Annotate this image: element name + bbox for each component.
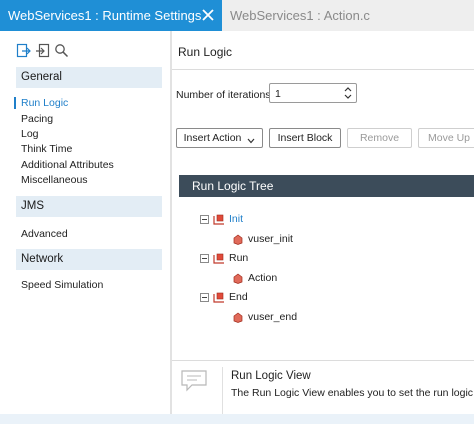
close-icon[interactable] <box>200 7 216 23</box>
tree-label: vuser_end <box>248 311 298 323</box>
move-up-button[interactable]: Move Up <box>418 128 474 148</box>
tree-label: Run <box>229 252 249 264</box>
collapse-toggle-icon[interactable] <box>200 214 209 224</box>
tab-label: WebServices1 : Runtime Settings <box>8 8 202 23</box>
action-icon <box>232 234 244 245</box>
selected-marker <box>14 97 16 109</box>
nav-item-miscellaneous[interactable]: Miscellaneous <box>21 174 88 186</box>
group-header-network[interactable]: Network <box>16 249 162 270</box>
import-icon[interactable] <box>35 43 50 58</box>
iterations-value[interactable]: 1 <box>275 88 281 100</box>
tab-label: WebServices1 : Action.c <box>230 8 370 23</box>
insert-action-button[interactable]: Insert Action <box>176 128 263 148</box>
tab-runtime-settings[interactable]: WebServices1 : Runtime Settings <box>0 0 222 31</box>
block-icon <box>213 292 225 303</box>
tree-node-init[interactable]: Init <box>200 213 243 225</box>
divider <box>172 360 474 361</box>
spinner-arrows-icon[interactable] <box>343 85 353 101</box>
nav-item-run-logic[interactable]: Run Logic <box>21 97 68 109</box>
chevron-down-icon <box>247 135 255 144</box>
tree-label: Init <box>229 213 244 225</box>
iterations-spinner[interactable]: 1 <box>269 83 357 103</box>
tree-node-run[interactable]: Run <box>200 252 248 264</box>
search-icon[interactable] <box>54 43 69 58</box>
block-icon <box>213 253 225 264</box>
action-icon <box>232 273 244 284</box>
tree-label: vuser_init <box>248 233 293 245</box>
collapse-toggle-icon[interactable] <box>200 253 209 263</box>
page-title: Run Logic <box>178 45 233 59</box>
tree-label: Action <box>248 272 278 284</box>
insert-block-button[interactable]: Insert Block <box>269 128 341 148</box>
iterations-label: Number of iterations <box>176 89 271 101</box>
nav-toolbar <box>16 43 69 58</box>
info-title: Run Logic View <box>231 370 311 382</box>
tree-node-end[interactable]: End <box>200 291 248 303</box>
nav-item-additional-attributes[interactable]: Additional Attributes <box>21 159 114 171</box>
export-icon[interactable] <box>16 43 31 58</box>
tree-label: End <box>229 291 248 303</box>
run-logic-panel: Run Logic Number of iterations 1 Insert … <box>172 31 474 424</box>
move-up-label: Move Up <box>427 132 470 144</box>
nav-item-pacing[interactable]: Pacing <box>21 113 53 125</box>
info-description: The Run Logic View enables you to set th… <box>231 387 474 399</box>
tab-bar: WebServices1 : Runtime Settings WebServi… <box>0 0 474 31</box>
insert-block-label: Insert Block <box>277 132 333 144</box>
speech-bubble-icon <box>180 369 208 393</box>
nav-item-think-time[interactable]: Think Time <box>21 143 72 155</box>
remove-label: Remove <box>359 132 400 144</box>
tree-leaf-vuser-end[interactable]: vuser_end <box>232 311 297 323</box>
divider <box>222 367 223 417</box>
tree-leaf-action[interactable]: Action <box>232 272 277 284</box>
remove-button[interactable]: Remove <box>347 128 412 148</box>
tab-action-c[interactable]: WebServices1 : Action.c <box>222 0 474 31</box>
nav-item-speed-simulation[interactable]: Speed Simulation <box>21 279 103 291</box>
action-icon <box>232 312 244 323</box>
collapse-toggle-icon[interactable] <box>200 292 209 302</box>
tree-leaf-vuser-init[interactable]: vuser_init <box>232 233 293 245</box>
tree-header: Run Logic Tree <box>179 175 474 197</box>
settings-nav-panel: General Run Logic Pacing Log Think Time … <box>0 31 170 424</box>
nav-item-log[interactable]: Log <box>21 128 39 140</box>
group-header-general[interactable]: General <box>16 67 162 88</box>
insert-action-label: Insert Action <box>183 132 242 144</box>
status-strip <box>0 414 474 424</box>
group-header-jms[interactable]: JMS <box>16 196 162 217</box>
nav-item-advanced[interactable]: Advanced <box>21 228 68 240</box>
block-icon <box>213 214 225 225</box>
divider <box>172 69 474 70</box>
